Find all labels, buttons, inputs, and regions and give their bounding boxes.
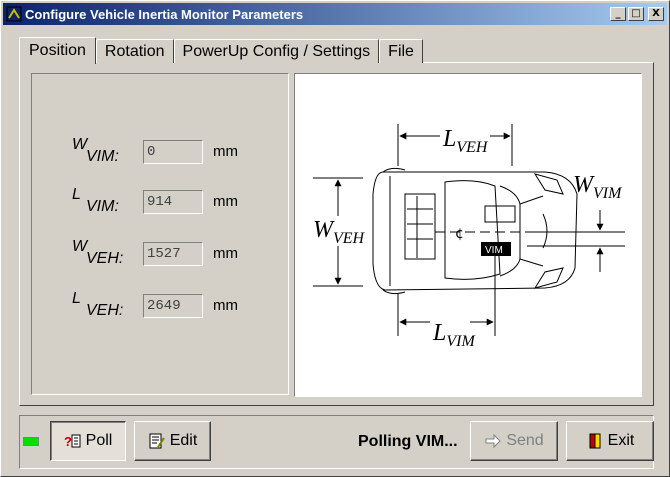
l-veh-label: LVEH <box>442 126 489 156</box>
w-vim-label-main: W <box>573 172 595 198</box>
send-button-label: Send <box>506 432 544 449</box>
l-vim-input[interactable]: 914 <box>143 190 203 214</box>
status-led <box>23 437 39 446</box>
poll-icon: ? <box>64 434 81 449</box>
poll-button-label: Poll <box>85 432 113 449</box>
maximize-button[interactable]: □ <box>628 7 644 21</box>
tab-strip: Position Rotation PowerUp Config / Setti… <box>19 37 423 64</box>
w-vim-input[interactable]: 0 <box>143 140 203 164</box>
l-vim-label: LVIM <box>432 320 476 350</box>
w-veh-label-sub: VEH <box>333 230 366 247</box>
app-icon <box>6 6 22 22</box>
unit-label: mm <box>213 297 238 314</box>
send-arrow-icon <box>485 433 502 449</box>
send-button[interactable]: Send <box>470 421 558 461</box>
tab-rotation[interactable]: Rotation <box>95 39 174 63</box>
svg-text:?: ? <box>64 434 72 449</box>
field-row-l-vim: L VIM: 914 mm <box>32 186 288 220</box>
field-row-w-veh: W VEH: 1527 mm <box>32 238 288 272</box>
field-label-sub: VEH: <box>86 302 124 319</box>
l-veh-input[interactable]: 2649 <box>143 294 203 318</box>
field-row-l-veh: L VEH: 2649 mm <box>32 290 288 324</box>
tab-file[interactable]: File <box>379 39 423 63</box>
edit-icon <box>149 433 165 449</box>
field-label: W VEH: <box>72 238 130 268</box>
field-label-sub: VIM: <box>86 198 119 215</box>
edit-button[interactable]: Edit <box>134 421 211 461</box>
field-row-w-vim: W VIM: 0 mm <box>32 136 288 170</box>
edit-button-label: Edit <box>169 432 198 449</box>
field-label-main: W <box>72 238 88 255</box>
app-window: Configure Vehicle Inertia Monitor Parame… <box>0 0 670 477</box>
window-title: Configure Vehicle Inertia Monitor Parame… <box>25 6 304 22</box>
minimize-button[interactable]: _ <box>610 7 626 21</box>
vim-marker-label: VIM <box>485 245 503 256</box>
unit-label: mm <box>213 143 238 160</box>
car-outline <box>372 167 578 295</box>
field-label: L VIM: <box>72 186 130 216</box>
l-vim-label-main: L <box>432 320 446 346</box>
w-vim-label-sub: VIM <box>593 185 623 202</box>
field-label: W VIM: <box>72 136 130 166</box>
field-label-sub: VEH: <box>86 250 124 267</box>
exit-button-label: Exit <box>607 432 635 449</box>
l-veh-label-main: L <box>442 126 456 152</box>
w-vim-label: WVIM <box>573 172 623 202</box>
exit-door-icon <box>589 433 601 449</box>
field-label-main: L <box>72 290 81 307</box>
w-veh-input[interactable]: 1527 <box>143 242 203 266</box>
status-text: Polling VIM... <box>358 433 458 450</box>
field-label-main: W <box>72 136 88 153</box>
field-label: L VEH: <box>72 290 130 320</box>
l-veh-label-sub: VEH <box>456 139 489 156</box>
unit-label: mm <box>213 193 238 210</box>
w-veh-label-main: W <box>313 217 335 243</box>
l-vim-label-sub: VIM <box>446 333 476 350</box>
tab-position[interactable]: Position <box>19 37 96 64</box>
unit-label: mm <box>213 245 238 262</box>
vehicle-diagram: ¢ LVEH WVEH WVIM VIM LVIM <box>294 73 642 397</box>
vehicle-diagram-svg: ¢ LVEH WVEH WVIM VIM LVIM <box>313 124 625 350</box>
field-label-sub: VIM: <box>86 148 119 165</box>
title-bar[interactable]: Configure Vehicle Inertia Monitor Parame… <box>3 3 667 25</box>
field-label-main: L <box>72 186 81 203</box>
close-button[interactable]: X <box>648 7 664 21</box>
w-veh-label: WVEH <box>313 217 366 247</box>
position-fields-panel: W VIM: 0 mm L VIM: 914 mm W VEH: 1527 mm… <box>31 73 289 395</box>
centerline-symbol: ¢ <box>455 226 464 242</box>
poll-button[interactable]: ? Poll <box>50 421 126 461</box>
exit-button[interactable]: Exit <box>566 421 654 461</box>
tab-powerup-config-settings[interactable]: PowerUp Config / Settings <box>173 39 380 63</box>
